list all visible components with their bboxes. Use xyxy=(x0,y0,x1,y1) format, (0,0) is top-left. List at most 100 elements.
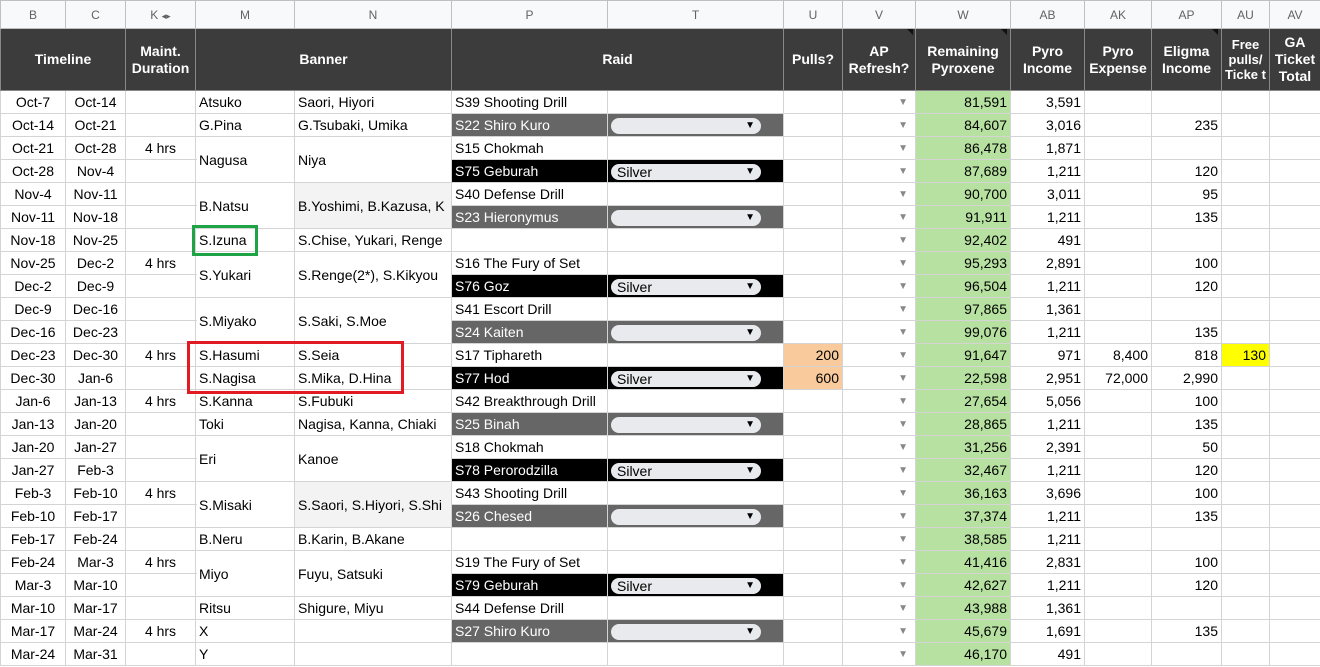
ap-refresh-cell[interactable]: ▼ xyxy=(842,481,916,505)
ga-ticket-total[interactable] xyxy=(1269,596,1320,620)
col-letter[interactable]: AB xyxy=(1010,0,1085,29)
banner-main[interactable]: S.Misaki xyxy=(195,481,295,528)
timeline-end[interactable]: Oct-28 xyxy=(65,136,126,160)
timeline-start[interactable]: Feb-10 xyxy=(0,504,66,528)
chevron-down-icon[interactable]: ▼ xyxy=(846,189,912,200)
raid-difficulty-cell[interactable]: ▼ xyxy=(607,320,784,344)
chevron-down-icon[interactable]: ▼ xyxy=(846,511,912,522)
pyro-expense[interactable] xyxy=(1084,619,1152,643)
header-pulls[interactable]: Pulls? xyxy=(783,28,843,91)
pulls-cell[interactable] xyxy=(783,389,843,413)
pyro-income[interactable]: 3,016 xyxy=(1010,113,1085,137)
maint-duration[interactable] xyxy=(125,573,196,597)
eligma-income[interactable] xyxy=(1151,90,1222,114)
chevron-down-icon[interactable]: ▼ xyxy=(846,580,912,591)
remaining-pyroxene[interactable]: 96,504 xyxy=(915,274,1011,298)
pulls-cell[interactable] xyxy=(783,573,843,597)
ap-refresh-cell[interactable]: ▼ xyxy=(842,205,916,229)
raid-difficulty-select[interactable]: Silver ▼ xyxy=(611,278,761,295)
chevron-down-icon[interactable]: ▼ xyxy=(846,281,912,292)
banner-main[interactable]: Nagusa xyxy=(195,136,295,183)
timeline-end[interactable]: Feb-17 xyxy=(65,504,126,528)
raid-name[interactable]: S18 Chokmah xyxy=(451,435,608,459)
hidden-columns-toggle[interactable]: ◂▸ xyxy=(162,11,171,21)
remaining-pyroxene[interactable]: 81,591 xyxy=(915,90,1011,114)
pyro-income[interactable]: 491 xyxy=(1010,642,1085,666)
banner-others[interactable]: Saori, Hiyori xyxy=(294,90,452,114)
banner-others[interactable]: S.Saori, S.Hiyori, S.Shi xyxy=(294,481,452,528)
raid-difficulty-cell[interactable] xyxy=(607,527,784,551)
free-pulls[interactable] xyxy=(1221,136,1270,160)
raid-difficulty-cell[interactable] xyxy=(607,550,784,574)
pyro-expense[interactable] xyxy=(1084,205,1152,229)
banner-others[interactable]: S.Fubuki xyxy=(294,389,452,413)
chevron-down-icon[interactable]: ▼ xyxy=(846,649,912,660)
pyro-expense[interactable] xyxy=(1084,90,1152,114)
ga-ticket-total[interactable] xyxy=(1269,159,1320,183)
remaining-pyroxene[interactable]: 91,647 xyxy=(915,343,1011,367)
raid-difficulty-cell[interactable]: ▼ xyxy=(607,205,784,229)
header-pyro-income[interactable]: Pyro Income xyxy=(1010,28,1085,91)
raid-name[interactable]: S24 Kaiten xyxy=(451,320,608,344)
pulls-cell[interactable] xyxy=(783,251,843,275)
eligma-income[interactable]: 818 xyxy=(1151,343,1222,367)
free-pulls[interactable] xyxy=(1221,320,1270,344)
raid-difficulty-cell[interactable] xyxy=(607,343,784,367)
chevron-down-icon[interactable]: ▼ xyxy=(846,419,912,430)
pulls-cell[interactable] xyxy=(783,527,843,551)
timeline-end[interactable]: Jan-27 xyxy=(65,435,126,459)
free-pulls[interactable] xyxy=(1221,596,1270,620)
remaining-pyroxene[interactable]: 99,076 xyxy=(915,320,1011,344)
raid-difficulty-cell[interactable] xyxy=(607,182,784,206)
pulls-cell[interactable] xyxy=(783,458,843,482)
header-ap-refresh[interactable]: AP Refresh? xyxy=(842,28,916,91)
ga-ticket-total[interactable] xyxy=(1269,527,1320,551)
raid-difficulty-cell[interactable] xyxy=(607,435,784,459)
col-letter[interactable]: N xyxy=(294,0,452,29)
header-ga-ticket[interactable]: GA Ticket Total xyxy=(1269,28,1320,91)
maint-duration[interactable] xyxy=(125,182,196,206)
raid-difficulty-cell[interactable] xyxy=(607,642,784,666)
timeline-start[interactable]: Dec-2 xyxy=(0,274,66,298)
pyro-expense[interactable] xyxy=(1084,251,1152,275)
pulls-cell[interactable] xyxy=(783,90,843,114)
free-pulls[interactable] xyxy=(1221,366,1270,390)
banner-others[interactable]: Kanoe xyxy=(294,435,452,482)
pyro-expense[interactable] xyxy=(1084,159,1152,183)
timeline-start[interactable]: Dec-30 xyxy=(0,366,66,390)
banner-main[interactable]: Atsuko xyxy=(195,90,295,114)
free-pulls[interactable] xyxy=(1221,389,1270,413)
ap-refresh-cell[interactable]: ▼ xyxy=(842,642,916,666)
raid-difficulty-select[interactable]: ▼ xyxy=(611,508,761,525)
remaining-pyroxene[interactable]: 90,700 xyxy=(915,182,1011,206)
free-pulls[interactable] xyxy=(1221,274,1270,298)
pyro-income[interactable]: 1,211 xyxy=(1010,527,1085,551)
eligma-income[interactable]: 120 xyxy=(1151,458,1222,482)
chevron-down-icon[interactable]: ▼ xyxy=(846,396,912,407)
timeline-start[interactable]: Feb-17 xyxy=(0,527,66,551)
pyro-expense[interactable] xyxy=(1084,113,1152,137)
free-pulls[interactable] xyxy=(1221,504,1270,528)
remaining-pyroxene[interactable]: 22,598 xyxy=(915,366,1011,390)
eligma-income[interactable] xyxy=(1151,136,1222,160)
chevron-down-icon[interactable]: ▼ xyxy=(846,143,912,154)
timeline-end[interactable]: Nov-11 xyxy=(65,182,126,206)
pulls-cell[interactable] xyxy=(783,297,843,321)
maint-duration[interactable] xyxy=(125,90,196,114)
timeline-end[interactable]: Dec-2 xyxy=(65,251,126,275)
pulls-cell[interactable] xyxy=(783,274,843,298)
ap-refresh-cell[interactable]: ▼ xyxy=(842,619,916,643)
maint-duration[interactable] xyxy=(125,159,196,183)
maint-duration[interactable] xyxy=(125,596,196,620)
pulls-cell[interactable] xyxy=(783,596,843,620)
timeline-start[interactable]: Nov-11 xyxy=(0,205,66,229)
ap-refresh-cell[interactable]: ▼ xyxy=(842,596,916,620)
timeline-start[interactable]: Oct-21 xyxy=(0,136,66,160)
timeline-start[interactable]: Mar-3 xyxy=(0,573,66,597)
raid-difficulty-select[interactable]: ▼ xyxy=(611,209,761,226)
maint-duration[interactable] xyxy=(125,366,196,390)
pulls-cell[interactable]: 200 xyxy=(783,343,843,367)
eligma-income[interactable]: 135 xyxy=(1151,504,1222,528)
ga-ticket-total[interactable] xyxy=(1269,274,1320,298)
ga-ticket-total[interactable] xyxy=(1269,504,1320,528)
